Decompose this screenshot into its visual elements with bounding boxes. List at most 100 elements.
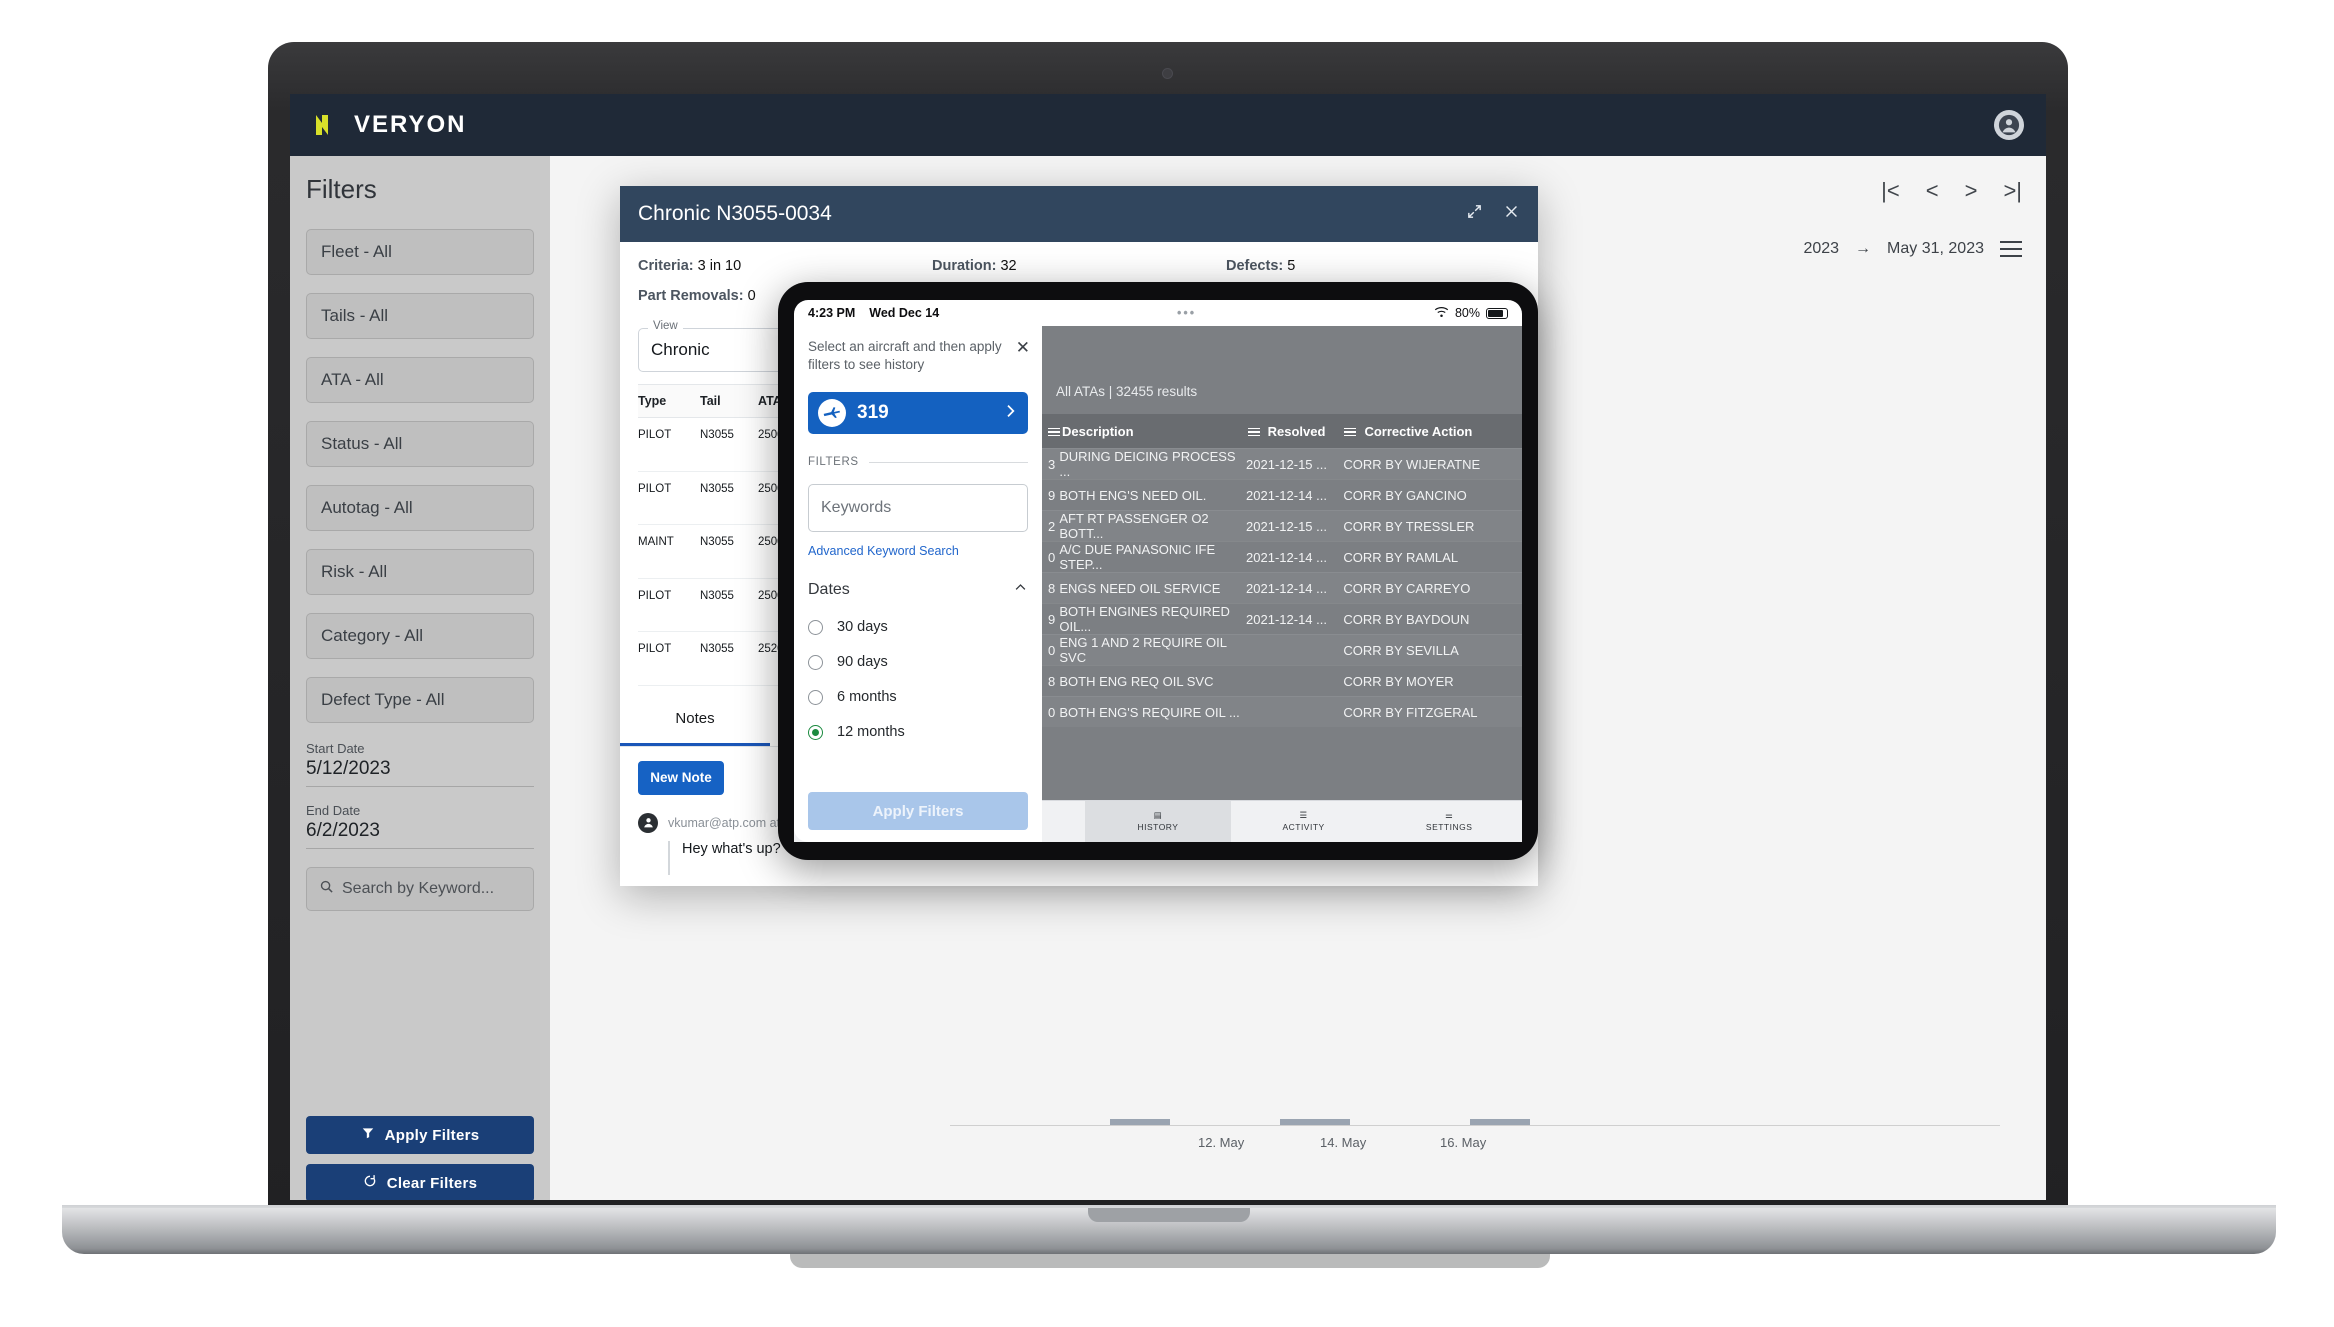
apply-filters-button[interactable]: Apply Filters	[306, 1116, 534, 1154]
date-option-6-months[interactable]: 6 months	[808, 689, 1028, 705]
filter-defect-type[interactable]: Defect Type - All	[306, 677, 534, 723]
results-row[interactable]: 2 AFT RT PASSENGER O2 BOTT... 2021-12-15…	[1042, 510, 1522, 541]
tablet-apply-filters-button[interactable]: Apply Filters	[808, 792, 1028, 830]
filter-fleet[interactable]: Fleet - All	[306, 229, 534, 275]
row-resolved: 2021-12-14 ...	[1246, 487, 1327, 503]
cell-tail: N3055	[700, 524, 758, 579]
keywords-input[interactable]: Keywords	[808, 484, 1028, 533]
cell-type: PILOT	[638, 631, 700, 686]
next-page-icon[interactable]: >	[1965, 178, 1978, 204]
close-icon[interactable]	[1503, 203, 1520, 226]
brand-logo[interactable]: VERYON	[312, 110, 466, 140]
radio-icon[interactable]	[808, 619, 823, 635]
aircraft-icon	[818, 399, 846, 428]
date-option-12-months[interactable]: 12 months	[808, 724, 1028, 740]
advanced-keyword-search-link[interactable]: Advanced Keyword Search	[808, 544, 1028, 558]
filter-status[interactable]: Status - All	[306, 421, 534, 467]
filters-section-header: FILTERS	[808, 456, 1028, 468]
cell-type: PILOT	[638, 471, 700, 525]
results-col-description[interactable]: Description	[1062, 424, 1134, 439]
laptop-notch	[1088, 1208, 1250, 1222]
filter-autotag[interactable]: Autotag - All	[306, 485, 534, 531]
add-reply-link[interactable]: Add Reply	[762, 885, 820, 887]
search-icon	[319, 879, 334, 899]
start-date-label: Start Date	[306, 741, 365, 756]
prev-page-icon[interactable]: <	[1926, 178, 1939, 204]
radio-icon[interactable]	[808, 654, 823, 670]
expand-icon[interactable]	[1466, 203, 1483, 226]
results-col-resolved[interactable]: Resolved	[1268, 424, 1326, 439]
chart-tick-1: 14. May	[1320, 1135, 1367, 1150]
metric-defects-label: Defects:	[1226, 258, 1284, 274]
results-row[interactable]: 0 BOTH ENG'S REQUIRE OIL ... CORR BY FIT…	[1042, 696, 1522, 727]
date-option-90-days[interactable]: 90 days	[808, 654, 1028, 670]
filter-tails[interactable]: Tails - All	[306, 293, 534, 339]
row-corrective: CORR BY FITZGERAL	[1343, 704, 1478, 720]
results-row[interactable]: 3 DURING DEICING PROCESS ... 2021-12-15 …	[1042, 448, 1522, 479]
cell-type: PILOT	[638, 578, 700, 632]
funnel-icon	[361, 1126, 375, 1144]
person-icon	[638, 812, 658, 833]
last-page-icon[interactable]: >|	[2003, 178, 2022, 204]
date-option-30-days[interactable]: 30 days	[808, 619, 1028, 635]
row-num: 8	[1048, 580, 1056, 596]
modal-header: Chronic N3055-0034	[620, 186, 1538, 242]
first-page-icon[interactable]: |<	[1881, 178, 1900, 204]
col-tail[interactable]: Tail	[700, 384, 758, 418]
row-corrective: CORR BY MOYER	[1343, 673, 1454, 689]
date-range-to: May 31, 2023	[1887, 240, 1984, 257]
end-date-field[interactable]: End Date 6/2/2023	[306, 803, 534, 849]
results-row[interactable]: 8 BOTH ENG REQ OIL SVC CORR BY MOYER	[1042, 665, 1522, 696]
chart-tick-2: 16. May	[1440, 1135, 1487, 1150]
radio-icon[interactable]	[808, 689, 823, 705]
sort-icon[interactable]	[1344, 427, 1357, 437]
row-num: 3	[1048, 456, 1056, 472]
pagination-controls[interactable]: |< < > >|	[1881, 178, 2022, 204]
nav-item-history[interactable]: ▤ HISTORY	[1085, 801, 1231, 842]
clear-filters-button[interactable]: Clear Filters	[306, 1164, 534, 1200]
row-num: 2	[1048, 518, 1056, 534]
row-description: DURING DEICING PROCESS ...	[1059, 449, 1236, 479]
results-row[interactable]: 8 ENGS NEED OIL SERVICE 2021-12-14 ... C…	[1042, 572, 1522, 603]
row-num: 0	[1048, 642, 1056, 658]
close-icon[interactable]: ✕	[1016, 338, 1030, 358]
search-input[interactable]: Search by Keyword...	[306, 867, 534, 911]
date-option-label: 30 days	[837, 619, 888, 636]
divider	[868, 461, 1028, 463]
row-description: BOTH ENG REQ OIL SVC	[1059, 673, 1214, 689]
start-date-field[interactable]: Start Date 5/12/2023	[306, 741, 534, 787]
tablet-status-bar: 4:23 PM Wed Dec 14 ••• 80%	[794, 300, 1522, 326]
chevron-right-icon[interactable]	[1002, 403, 1018, 424]
row-corrective: CORR BY BAYDOUN	[1343, 611, 1470, 627]
show-replies-link[interactable]: Show Replies	[668, 885, 744, 887]
row-num: 9	[1048, 611, 1056, 627]
date-range-arrow: →	[1855, 240, 1872, 257]
sort-icon[interactable]	[1247, 427, 1260, 437]
sort-icon[interactable]	[1048, 427, 1060, 437]
filter-category[interactable]: Category - All	[306, 613, 534, 659]
dates-section-toggle[interactable]: Dates	[808, 580, 1028, 600]
col-type[interactable]: Type	[638, 384, 700, 418]
results-row[interactable]: 0 A/C DUE PANASONIC IFE STEP... 2021-12-…	[1042, 541, 1522, 572]
modal-title: Chronic N3055-0034	[638, 202, 832, 225]
row-num: 8	[1048, 673, 1056, 689]
results-row[interactable]: 0 ENG 1 AND 2 REQUIRE OIL SVC CORR BY SE…	[1042, 634, 1522, 665]
account-circle-icon[interactable]	[1994, 110, 2024, 140]
date-range-from: 2023	[1803, 240, 1840, 257]
results-col-corrective[interactable]: Corrective Action	[1364, 424, 1472, 439]
tab-notes[interactable]: Notes	[620, 694, 770, 746]
nav-item-settings[interactable]: ⚌ SETTINGS	[1376, 801, 1522, 842]
radio-icon-selected[interactable]	[808, 724, 823, 740]
new-note-button[interactable]: New Note	[638, 760, 724, 795]
nav-item-activity[interactable]: ☰ ACTIVITY	[1231, 801, 1377, 842]
date-range-display: 2023 → May 31, 2023	[1803, 240, 2022, 258]
hamburger-icon[interactable]	[2000, 241, 2022, 257]
chevron-up-icon[interactable]	[1013, 580, 1028, 600]
aircraft-selector[interactable]: 319	[808, 392, 1028, 435]
filter-risk[interactable]: Risk - All	[306, 549, 534, 595]
results-row[interactable]: 9 BOTH ENG'S NEED OIL. 2021-12-14 ... CO…	[1042, 479, 1522, 510]
metric-duration: Duration: 32	[932, 258, 1226, 274]
results-row[interactable]: 9 BOTH ENGINES REQUIRED OIL... 2021-12-1…	[1042, 603, 1522, 634]
metric-part-removals-value: 0	[747, 288, 756, 304]
filter-ata[interactable]: ATA - All	[306, 357, 534, 403]
